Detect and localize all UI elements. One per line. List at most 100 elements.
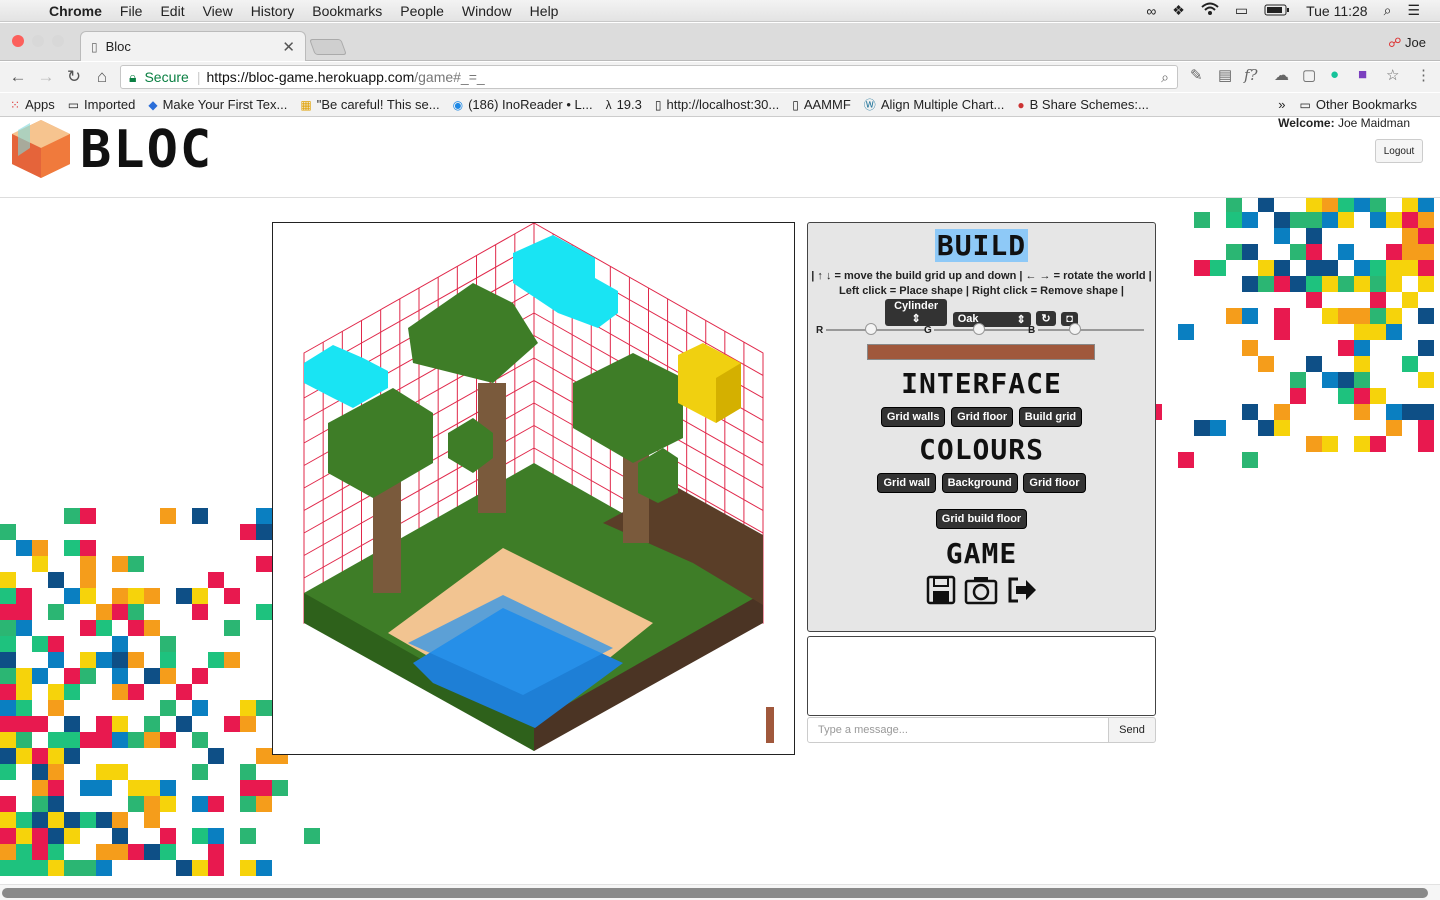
menu-window[interactable]: Window	[453, 3, 521, 19]
menu-bookmarks[interactable]: Bookmarks	[303, 3, 391, 19]
menu-chrome[interactable]: Chrome	[40, 3, 111, 19]
pixel-tile	[1370, 324, 1386, 340]
bookmark-193[interactable]: λ 19.3	[606, 97, 642, 112]
menu-help[interactable]: Help	[521, 3, 568, 19]
horizontal-scrollbar[interactable]	[0, 884, 1440, 900]
notification-center-icon[interactable]: ☰	[1407, 2, 1420, 19]
pixel-tile	[1418, 276, 1434, 292]
address-bar[interactable]: 🔒︎ Secure | https://bloc-game.herokuapp.…	[120, 65, 1178, 89]
isometric-world[interactable]	[273, 222, 794, 754]
bookmark-localhost[interactable]: ▯ http://localhost:30...	[655, 97, 779, 112]
build-grid-button[interactable]: Build grid	[1018, 407, 1083, 427]
page-viewport: BLOC Welcome: Joe Maidman Logout BUILD |…	[0, 118, 1440, 886]
link-icon[interactable]: ∞	[1146, 3, 1156, 19]
calendar-extension-icon[interactable]: ▤	[1218, 66, 1232, 84]
blue-slider-thumb[interactable]	[1069, 323, 1082, 335]
game-canvas[interactable]	[272, 222, 795, 755]
pixel-tile	[48, 844, 64, 860]
bookmark-careful[interactable]: ▦ "Be careful! This se...	[300, 97, 439, 112]
pixel-tile	[80, 652, 96, 668]
menu-view[interactable]: View	[194, 3, 242, 19]
decorative-pixel-pattern-right	[1146, 196, 1434, 468]
bookmark-aammf[interactable]: ▯ AAMMF	[792, 97, 851, 112]
reload-icon[interactable]: ↻	[60, 67, 88, 87]
pixel-tile	[1306, 244, 1322, 260]
pixel-tile	[160, 508, 176, 524]
grammarly-icon[interactable]: ●	[1330, 66, 1339, 83]
airplay-icon[interactable]: ▭	[1235, 2, 1248, 19]
profile-button[interactable]: ☍ Joe	[1388, 35, 1426, 51]
wifi-icon[interactable]	[1201, 2, 1219, 19]
pixel-tile	[192, 508, 208, 524]
camera-icon[interactable]	[964, 575, 998, 605]
forward-icon[interactable]: →	[32, 67, 60, 87]
send-button[interactable]: Send	[1108, 717, 1156, 743]
close-tab-icon[interactable]: ✕	[282, 38, 295, 56]
bookmark-apps[interactable]: ⁙ Apps	[10, 97, 55, 112]
welcome-message: Welcome: Joe Maidman	[1278, 118, 1410, 130]
bookmark-inoreader[interactable]: ◉ (186) InoReader • L...	[453, 97, 593, 112]
dropbox-icon[interactable]: ❖	[1172, 2, 1185, 19]
pixel-tile	[48, 764, 64, 780]
pixel-tile	[1338, 388, 1354, 404]
close-window-button[interactable]	[12, 35, 24, 47]
pixel-tile	[1226, 244, 1242, 260]
pixel-tile	[1386, 324, 1402, 340]
pixel-tile	[176, 716, 192, 732]
lambda-icon: λ	[605, 97, 612, 112]
grid-floor-button[interactable]: Grid floor	[951, 407, 1014, 427]
home-icon[interactable]: ⌂	[88, 67, 116, 87]
pixel-tile	[16, 604, 32, 620]
menu-history[interactable]: History	[242, 3, 304, 19]
menu-file[interactable]: File	[111, 3, 152, 19]
rss-icon: ◉	[452, 97, 464, 112]
pixel-tile	[160, 796, 176, 812]
maximize-window-button[interactable]	[52, 35, 64, 47]
menu-people[interactable]: People	[391, 3, 453, 19]
bookmarks-overflow[interactable]: »	[1278, 97, 1285, 112]
logout-button[interactable]: Logout	[1375, 139, 1423, 163]
pixel-tile	[64, 748, 80, 764]
grid-walls-button[interactable]: Grid walls	[880, 407, 946, 427]
save-icon[interactable]	[926, 575, 956, 605]
eyedropper-extension-icon[interactable]: ✎	[1190, 66, 1203, 84]
bookmark-star-icon[interactable]: ☆	[1386, 66, 1399, 84]
spotlight-search-icon[interactable]: ⌕	[1384, 2, 1392, 19]
pixel-tile	[1210, 260, 1226, 276]
red-slider-thumb[interactable]	[865, 323, 877, 335]
pixel-tile	[1386, 260, 1402, 276]
grid-floor-colour-button[interactable]: Grid floor	[1023, 473, 1086, 493]
green-slider-thumb[interactable]	[973, 323, 985, 335]
pixel-tile	[1370, 292, 1386, 308]
grid-wall-colour-button[interactable]: Grid wall	[877, 473, 936, 493]
chrome-menu-icon[interactable]: ⋮	[1416, 66, 1431, 84]
background-colour-button[interactable]: Background	[941, 473, 1018, 493]
bookmark-tex[interactable]: ◆ Make Your First Tex...	[148, 97, 287, 112]
formula-extension-icon[interactable]: f?	[1244, 66, 1258, 84]
battery-icon[interactable]	[1264, 3, 1290, 19]
new-tab-button[interactable]	[309, 39, 347, 55]
tab-bloc[interactable]: ▯ Bloc ✕	[80, 31, 306, 61]
shape-select[interactable]: Cylinder ⇕	[885, 299, 948, 326]
chat-input[interactable]: Type a message...	[807, 717, 1109, 743]
scrollbar-thumb[interactable]	[2, 888, 1428, 898]
clock[interactable]: Tue 11:28	[1306, 3, 1368, 19]
pixel-tile	[208, 860, 224, 876]
zoom-icon[interactable]: ⌕	[1161, 69, 1169, 86]
cloud-extension-icon[interactable]: ☁	[1274, 66, 1289, 84]
bookmark-imported[interactable]: ▭ Imported	[68, 97, 136, 112]
bookmark-other[interactable]: ▭ Other Bookmarks	[1300, 97, 1418, 112]
blue-slider[interactable]	[1038, 329, 1144, 331]
doc-extension-icon[interactable]: ▢	[1302, 66, 1316, 84]
page-icon: ▯	[91, 39, 98, 54]
onenote-icon[interactable]: ■	[1358, 66, 1367, 83]
pixel-tile	[16, 684, 32, 700]
bookmark-share-schemes[interactable]: ● B Share Schemes:...	[1017, 97, 1148, 112]
grid-build-floor-colour-button[interactable]: Grid build floor	[935, 509, 1028, 529]
menu-edit[interactable]: Edit	[151, 3, 193, 19]
exit-icon[interactable]	[1006, 575, 1038, 605]
minimize-window-button[interactable]	[32, 35, 44, 47]
back-icon[interactable]: ←	[4, 67, 32, 87]
bookmark-align-charts[interactable]: Ⓦ Align Multiple Chart...	[864, 96, 1005, 113]
pixel-tile	[208, 796, 224, 812]
